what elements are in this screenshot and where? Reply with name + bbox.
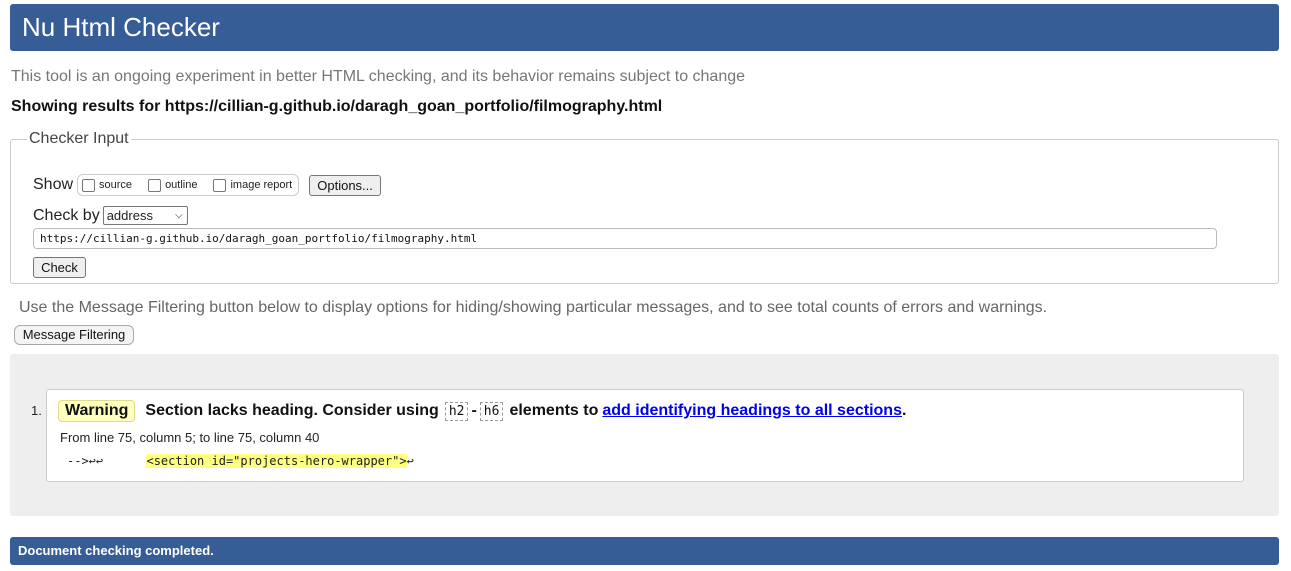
- options-button[interactable]: Options...: [309, 174, 381, 196]
- status-footer: Document checking completed.: [10, 537, 1279, 565]
- checker-input-fieldset: Checker Input Show source outline image …: [10, 130, 1279, 284]
- check-button[interactable]: Check: [33, 257, 86, 278]
- message-summary: Warning Section lacks heading. Consider …: [58, 400, 906, 422]
- check-by-row: Check by address ⌵: [33, 206, 188, 225]
- message-text-after: elements to: [509, 402, 599, 419]
- check-by-label: Check by: [33, 206, 100, 224]
- url-input[interactable]: https://cillian-g.github.io/daragh_goan_…: [33, 228, 1217, 249]
- page-title: Nu Html Checker: [10, 4, 1279, 51]
- help-link[interactable]: add identifying headings to all sections: [602, 402, 902, 420]
- source-extract: -->↩↩ <section id="projects-hero-wrapper…: [67, 454, 414, 468]
- extract-highlight: <section id="projects-hero-wrapper">: [146, 454, 407, 468]
- message-period: .: [901, 402, 907, 419]
- warning-badge: Warning: [58, 400, 136, 422]
- message-number: 1.: [31, 403, 42, 418]
- message-filtering-button[interactable]: Message Filtering: [14, 325, 134, 345]
- source-checkbox[interactable]: source: [82, 178, 133, 192]
- code-h6: h6: [479, 401, 504, 421]
- show-row: Show source outline image report Options…: [33, 174, 381, 196]
- dash-separator: -: [471, 402, 477, 419]
- intro-text: This tool is an ongoing experiment in be…: [11, 68, 746, 85]
- outline-checkbox[interactable]: outline: [148, 178, 198, 192]
- filter-hint-text: Use the Message Filtering button below t…: [19, 299, 1048, 316]
- checkbox-box[interactable]: [148, 178, 162, 192]
- check-by-select-value: address: [106, 208, 153, 223]
- extract-suffix: ↩: [406, 454, 414, 468]
- showing-results-text: Showing results for https://cillian-g.gi…: [11, 98, 663, 115]
- chevron-down-icon: ⌵: [175, 210, 183, 221]
- image-report-checkbox[interactable]: image report: [213, 178, 293, 192]
- image-report-checkbox-label: image report: [230, 179, 293, 191]
- code-h2: h2: [444, 401, 469, 421]
- message-card: Warning Section lacks heading. Consider …: [46, 389, 1244, 482]
- check-by-select[interactable]: address ⌵: [102, 206, 188, 225]
- checkbox-box[interactable]: [82, 178, 96, 192]
- message-location: From line 75, column 5; to line 75, colu…: [60, 430, 320, 445]
- extract-prefix: -->↩↩: [67, 454, 147, 468]
- message-text: Section lacks heading. Consider using: [145, 402, 439, 419]
- results-panel: 1. Warning Section lacks heading. Consid…: [10, 354, 1279, 516]
- checker-input-legend: Checker Input: [29, 130, 129, 147]
- show-label: Show: [33, 176, 74, 193]
- show-options-group: source outline image report: [77, 174, 300, 196]
- outline-checkbox-label: outline: [165, 179, 198, 191]
- source-checkbox-label: source: [99, 179, 133, 191]
- checkbox-box[interactable]: [213, 178, 227, 192]
